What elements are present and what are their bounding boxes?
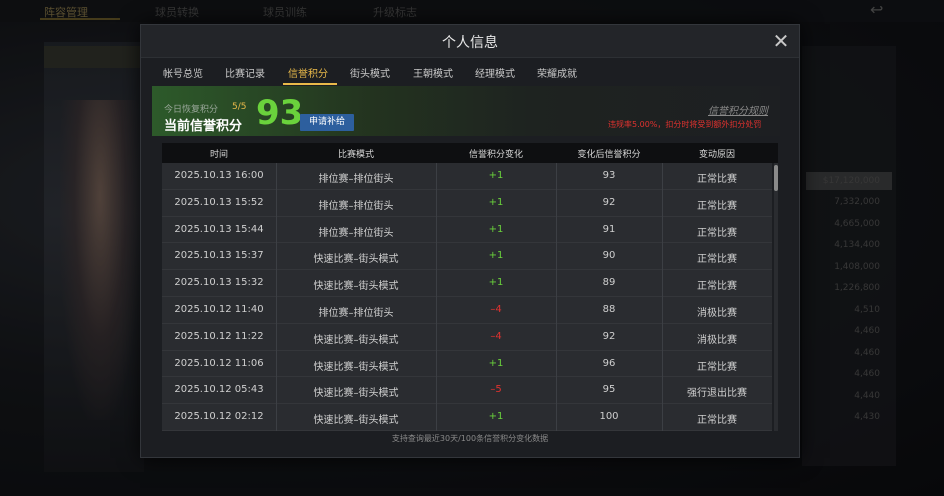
active-tab-underline	[283, 83, 337, 85]
cell-reason: 消极比赛	[697, 334, 737, 346]
cell-time: 2025.10.13 15:52	[174, 196, 264, 208]
credit-score-banner: 今日恢复积分 5/5 当前信誉积分 93 申请补给 信誉积分规则 违规率5.00…	[152, 86, 780, 136]
credit-history-table: 时间 比赛模式 信誉积分变化 变化后信誉积分 变动原因 2025.10.13 1…	[162, 143, 778, 431]
cell-time: 2025.10.12 11:06	[174, 357, 264, 369]
cell-change: –4	[490, 304, 502, 315]
cell-after: 96	[602, 357, 616, 369]
table-row: 2025.10.13 15:52 排位赛–排位街头 +1 92 正常比赛	[162, 190, 772, 217]
modal-header: 个人信息 ✕	[141, 25, 799, 58]
tab-manager-mode[interactable]: 经理模式	[475, 65, 515, 80]
close-icon[interactable]: ✕	[771, 31, 791, 51]
cell-change: –4	[490, 330, 502, 342]
current-credit-label: 当前信誉积分	[164, 119, 243, 134]
tab-credit-score[interactable]: 信誉积分	[288, 65, 328, 80]
cell-after: 90	[602, 250, 616, 262]
query-limit-note: 支持查询最近30天/100条信誉积分变化数据	[391, 434, 549, 443]
table-body: 2025.10.13 16:00 排位赛–排位街头 +1 93 正常比赛 2025.10.…	[162, 163, 772, 431]
column-divider	[436, 163, 437, 431]
modal-title: 个人信息	[442, 35, 498, 51]
header-time: 时间	[209, 150, 228, 160]
cell-after: 95	[602, 384, 616, 396]
cell-mode: 快速比赛–街头模式	[313, 361, 399, 373]
scrollbar-thumb[interactable]	[774, 165, 778, 191]
cell-time: 2025.10.12 11:40	[174, 304, 264, 315]
cell-time: 2025.10.13 15:32	[174, 277, 264, 289]
column-divider	[662, 163, 663, 431]
cell-after: 89	[602, 277, 616, 289]
personal-info-modal: 个人信息 ✕ 帐号总览 比赛记录 信誉积分 街头模式 王朝模式 经理模式 荣耀成…	[140, 24, 800, 458]
tab-account-overview[interactable]: 帐号总览	[163, 65, 203, 80]
tab-dynasty-mode[interactable]: 王朝模式	[413, 65, 453, 80]
cell-time: 2025.10.12 05:43	[174, 384, 264, 396]
table-row: 2025.10.12 05:43 快速比赛–街头模式 –5 95 强行退出比赛	[162, 377, 772, 405]
table-row: 2025.10.13 15:37 快速比赛–街头模式 +1 90 正常比赛	[162, 243, 772, 271]
cell-time: 2025.10.13 15:37	[174, 250, 264, 262]
modal-tabs: 帐号总览 比赛记录 信誉积分 街头模式 王朝模式 经理模式 荣耀成就	[141, 59, 799, 85]
table-scrollbar[interactable]	[774, 163, 778, 431]
cell-after: 92	[602, 196, 616, 208]
cell-change: +1	[488, 170, 504, 181]
cell-time: 2025.10.13 15:44	[174, 223, 264, 235]
apply-supply-button[interactable]: 申请补给	[300, 114, 354, 131]
cell-mode: 排位赛–排位街头	[318, 174, 394, 185]
tab-match-records[interactable]: 比赛记录	[225, 65, 265, 80]
cell-mode: 快速比赛–街头模式	[313, 415, 399, 427]
table-row: 2025.10.12 02:12 快速比赛–街头模式 +1 100 正常比赛	[162, 404, 772, 431]
cell-mode: 排位赛–排位街头	[318, 200, 394, 212]
cell-change: +1	[488, 357, 504, 369]
column-divider	[276, 163, 277, 431]
table-row: 2025.10.12 11:06 快速比赛–街头模式 +1 96 正常比赛	[162, 351, 772, 378]
cell-after: 88	[602, 304, 616, 315]
cell-mode: 快速比赛–街头模式	[313, 281, 399, 293]
cell-change: –5	[490, 384, 502, 396]
cell-after: 93	[602, 170, 616, 181]
header-match-mode: 比赛模式	[337, 150, 374, 160]
header-score-change: 信誉积分变化	[468, 150, 523, 160]
cell-after: 100	[599, 411, 619, 423]
tab-honor-achievements[interactable]: 荣耀成就	[537, 65, 577, 80]
cell-reason: 强行退出比赛	[687, 388, 747, 400]
cell-mode: 排位赛–排位街头	[318, 308, 394, 319]
cell-time: 2025.10.12 02:12	[174, 411, 264, 423]
cell-reason: 正常比赛	[697, 281, 737, 293]
cell-change: +1	[488, 196, 504, 208]
credit-rules-link[interactable]: 信誉积分规则	[708, 102, 768, 117]
cell-mode: 快速比赛–街头模式	[313, 254, 399, 266]
table-header: 时间 比赛模式 信誉积分变化 变化后信誉积分 变动原因	[162, 143, 778, 163]
cell-time: 2025.10.13 16:00	[174, 170, 264, 181]
table-row: 2025.10.12 11:40 排位赛–排位街头 –4 88 消极比赛	[162, 297, 772, 324]
cell-change: +1	[488, 277, 504, 289]
cell-after: 91	[602, 223, 616, 235]
cell-time: 2025.10.12 11:22	[174, 330, 264, 342]
table-row: 2025.10.12 11:22 快速比赛–街头模式 –4 92 消极比赛	[162, 324, 772, 351]
header-reason: 变动原因	[698, 150, 735, 160]
cell-change: +1	[488, 250, 504, 262]
cell-reason: 正常比赛	[697, 227, 737, 239]
table-row: 2025.10.13 15:44 排位赛–排位街头 +1 91 正常比赛	[162, 217, 772, 244]
restore-points-count: 5/5	[232, 102, 247, 112]
tab-street-mode[interactable]: 街头模式	[350, 65, 390, 80]
table-row: 2025.10.13 15:32 快速比赛–街头模式 +1 89 正常比赛	[162, 270, 772, 297]
cell-change: +1	[488, 411, 504, 423]
cell-reason: 消极比赛	[697, 308, 737, 319]
cell-mode: 快速比赛–街头模式	[313, 388, 399, 400]
column-divider	[556, 163, 557, 431]
cell-reason: 正常比赛	[697, 200, 737, 212]
cell-reason: 正常比赛	[697, 254, 737, 266]
cell-change: +1	[488, 223, 504, 235]
cell-mode: 排位赛–排位街头	[318, 227, 394, 239]
cell-after: 92	[602, 330, 616, 342]
cell-reason: 正常比赛	[697, 174, 737, 185]
cell-reason: 正常比赛	[697, 361, 737, 373]
table-row: 2025.10.13 16:00 排位赛–排位街头 +1 93 正常比赛	[162, 163, 772, 190]
header-score-after: 变化后信誉积分	[577, 150, 641, 160]
restore-points-label: 今日恢复积分	[164, 105, 219, 115]
cell-mode: 快速比赛–街头模式	[313, 334, 399, 346]
violation-rate-note: 违规率5.00%，扣分时将受到额外扣分处罚	[608, 120, 762, 129]
cell-reason: 正常比赛	[697, 415, 737, 427]
current-credit-score: 93	[256, 93, 304, 133]
